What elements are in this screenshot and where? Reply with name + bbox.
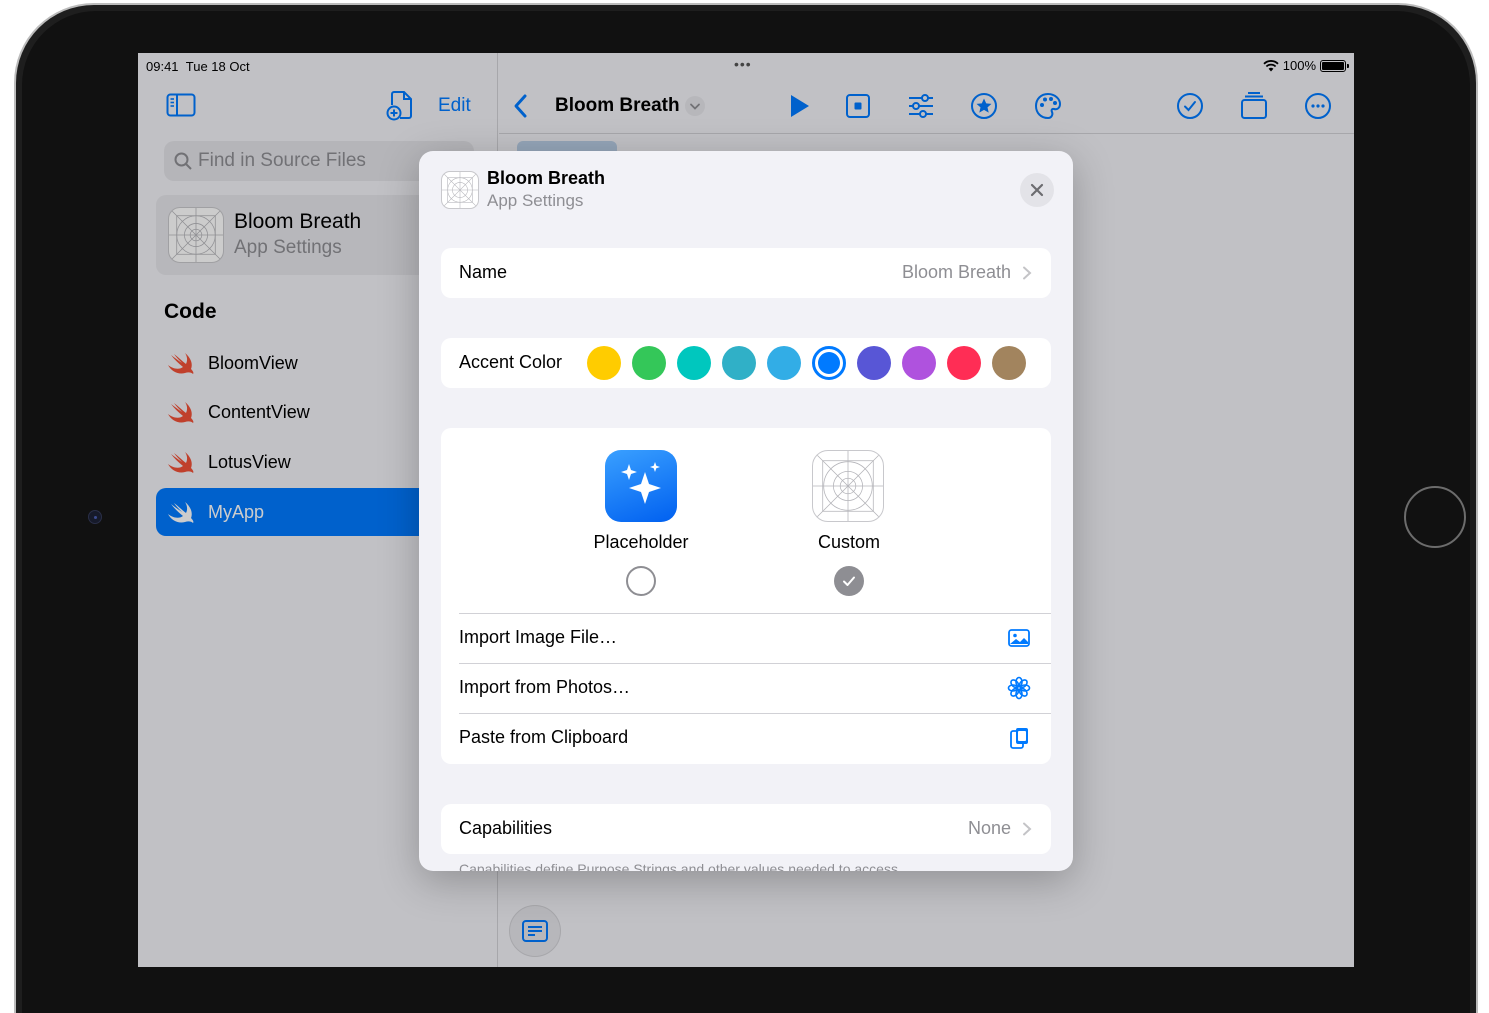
- name-row[interactable]: Name Bloom Breath: [441, 248, 1051, 298]
- photo-icon: [1008, 629, 1030, 647]
- capabilities-footnote: Capabilities define Purpose Strings and …: [459, 861, 898, 871]
- accent-color-row: Accent Color: [441, 338, 1051, 388]
- capabilities-row[interactable]: Capabilities None: [441, 804, 1051, 854]
- chevron-right-icon: [1023, 266, 1032, 280]
- app-settings-modal: Bloom Breath App Settings Name Bloom Bre…: [419, 151, 1073, 871]
- app-icon-placeholder: [441, 171, 479, 209]
- import-from-photos-row[interactable]: Import from Photos…: [441, 663, 1051, 713]
- accent-color-swatch[interactable]: [767, 346, 801, 380]
- import-from-photos-label: Import from Photos…: [459, 677, 631, 697]
- placeholder-radio[interactable]: [626, 566, 656, 596]
- custom-app-icon[interactable]: [812, 450, 884, 522]
- accent-color-swatch[interactable]: [947, 346, 981, 380]
- name-label: Name: [459, 262, 508, 282]
- home-button[interactable]: [1404, 486, 1466, 548]
- app-icon-card: Placeholder Custom Import Image File… Im…: [441, 428, 1051, 764]
- sparkles-icon: [621, 462, 661, 504]
- placeholder-label: Placeholder: [593, 532, 689, 552]
- custom-radio[interactable]: [834, 566, 864, 596]
- accent-color-swatch[interactable]: [812, 346, 846, 380]
- accent-color-swatch[interactable]: [677, 346, 711, 380]
- placeholder-app-icon[interactable]: [605, 450, 677, 522]
- checkmark-icon: [843, 576, 855, 586]
- photos-flower-icon: [1007, 676, 1031, 700]
- accent-color-swatch[interactable]: [857, 346, 891, 380]
- divider: [459, 713, 1051, 714]
- divider: [459, 613, 1051, 614]
- divider: [459, 663, 1051, 664]
- paste-from-clipboard-label: Paste from Clipboard: [459, 727, 629, 747]
- accent-color-swatch[interactable]: [587, 346, 621, 380]
- close-icon: [1030, 183, 1044, 197]
- paste-from-clipboard-row[interactable]: Paste from Clipboard: [441, 713, 1051, 763]
- import-image-file-row[interactable]: Import Image File…: [441, 613, 1051, 663]
- close-button[interactable]: [1020, 173, 1054, 207]
- modal-title: Bloom Breath: [487, 168, 606, 188]
- accent-color-swatch[interactable]: [632, 346, 666, 380]
- accent-color-swatch[interactable]: [902, 346, 936, 380]
- capabilities-value: None: [967, 818, 1011, 838]
- front-camera: [88, 510, 102, 524]
- chevron-right-icon: [1023, 822, 1032, 836]
- import-image-file-label: Import Image File…: [459, 627, 618, 647]
- modal-subtitle: App Settings: [487, 191, 584, 210]
- name-value: Bloom Breath: [901, 262, 1011, 282]
- capabilities-label: Capabilities: [459, 818, 553, 838]
- clipboard-icon: [1010, 728, 1028, 749]
- accent-color-label: Accent Color: [459, 352, 563, 372]
- accent-color-swatch[interactable]: [992, 346, 1026, 380]
- accent-color-swatch[interactable]: [722, 346, 756, 380]
- custom-label: Custom: [817, 532, 880, 552]
- screen: 09:41 Tue 18 Oct ••• 100% Edit Find in S…: [138, 53, 1354, 967]
